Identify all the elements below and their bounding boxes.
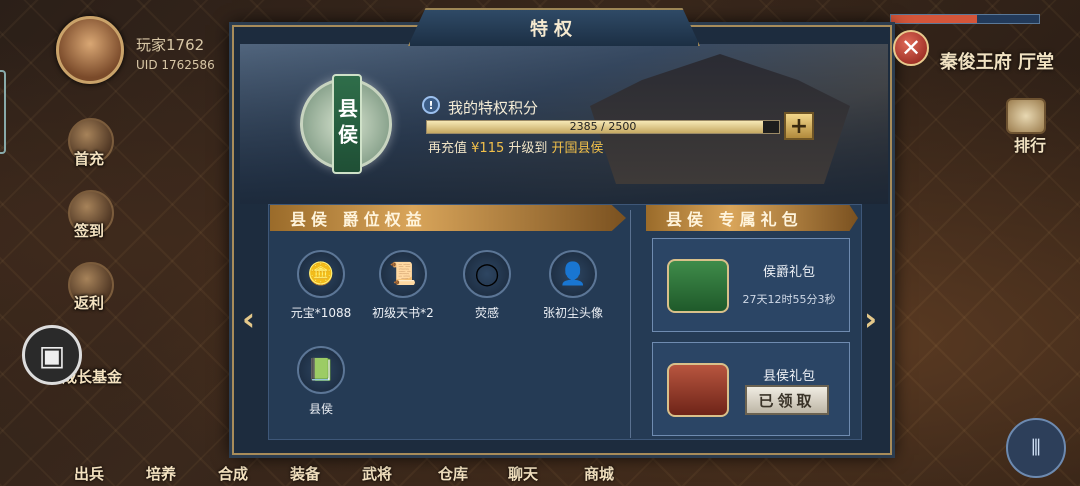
claimed-button[interactable]: 已领取: [745, 385, 829, 415]
bottom-item-shop[interactable]: 商城: [584, 463, 614, 484]
points-progress-bar: 2385 / 2500: [426, 120, 780, 134]
player-name: 玩家1762: [136, 36, 205, 54]
bottom-item-storage[interactable]: 仓库: [438, 463, 468, 484]
reward-item[interactable]: 👤 张初尘头像: [528, 250, 618, 321]
bottom-item-craft[interactable]: 合成: [218, 463, 248, 484]
player-avatar[interactable]: [56, 16, 124, 84]
upgrade-text: 升级到: [508, 141, 548, 156]
reward-label: 张初尘头像: [542, 306, 603, 320]
bottom-item-train[interactable]: 培养: [146, 463, 176, 484]
gifts-header: 县侯 专属礼包: [646, 205, 858, 231]
pack-timer: 27天12时55分3秒: [742, 293, 836, 306]
bottom-item-equip[interactable]: 装备: [290, 463, 320, 484]
panel-divider: [630, 210, 631, 438]
reward-label: 县侯: [308, 402, 333, 416]
side-item-signin[interactable]: 签到: [74, 220, 104, 241]
bottom-item-dispatch[interactable]: 出兵: [74, 463, 104, 484]
reward-item[interactable]: 🪙 元宝*1088: [276, 250, 366, 321]
red-chest-icon: [667, 363, 729, 417]
portrait-icon: 👤: [549, 250, 597, 298]
reward-item[interactable]: ◯ 荧感: [442, 250, 532, 321]
next-rank: 开国县侯: [551, 141, 604, 156]
recharge-hint: 再充值 ¥115 升级到 开国县侯: [428, 137, 604, 156]
edge-tab[interactable]: [0, 70, 6, 154]
pack-name: 县侯礼包: [762, 369, 815, 384]
ring-icon: ◯: [463, 250, 511, 298]
close-button[interactable]: ✕: [893, 30, 929, 66]
points-progress-text: 2385 / 2500: [569, 120, 637, 133]
info-icon[interactable]: !: [422, 96, 440, 114]
side-item-first-recharge[interactable]: 首充: [74, 148, 104, 169]
reward-item[interactable]: 📜 初级天书*2: [358, 250, 448, 321]
add-points-button[interactable]: +: [784, 112, 814, 140]
recharge-prefix: 再充值: [428, 141, 468, 156]
floating-assist-icon[interactable]: ▣: [22, 325, 82, 385]
rank-button[interactable]: 排行: [1014, 132, 1046, 156]
bottom-item-general[interactable]: 武将: [362, 463, 392, 484]
rank-icon[interactable]: [1006, 98, 1046, 134]
scroll-icon: 📜: [379, 250, 427, 298]
gift-pack-county[interactable]: 县侯礼包 已领取: [652, 342, 850, 436]
reward-label: 元宝*1088: [290, 306, 352, 320]
gift-pack-marquis[interactable]: 侯爵礼包 27天12时55分3秒: [652, 238, 850, 332]
player-uid: UID 1762586: [136, 58, 215, 72]
side-item-rebate[interactable]: 返利: [74, 292, 104, 313]
gold-ingot-icon: 🪙: [297, 250, 345, 298]
recharge-amount: ¥115: [471, 141, 505, 156]
reward-item[interactable]: 📗 县侯: [276, 346, 366, 417]
green-chest-icon: [667, 259, 729, 313]
book-icon: 📗: [297, 346, 345, 394]
menu-icon[interactable]: ⦀: [1006, 418, 1066, 478]
reward-label: 初级天书*2: [372, 306, 434, 320]
benefits-header: 县侯 爵位权益: [270, 205, 626, 231]
rank-badge-text: 县侯: [332, 74, 362, 174]
location-title: 秦俊王府 厅堂: [939, 52, 1054, 73]
bottom-item-chat[interactable]: 聊天: [508, 463, 538, 484]
dialog-title: 特权: [408, 8, 700, 46]
pack-name: 侯爵礼包: [762, 265, 815, 280]
prev-arrow-icon[interactable]: ‹: [242, 300, 255, 338]
next-arrow-icon[interactable]: ›: [864, 300, 877, 338]
status-bar: [890, 14, 1040, 24]
points-title: 我的特权积分: [448, 99, 539, 117]
reward-label: 荧感: [474, 306, 499, 320]
